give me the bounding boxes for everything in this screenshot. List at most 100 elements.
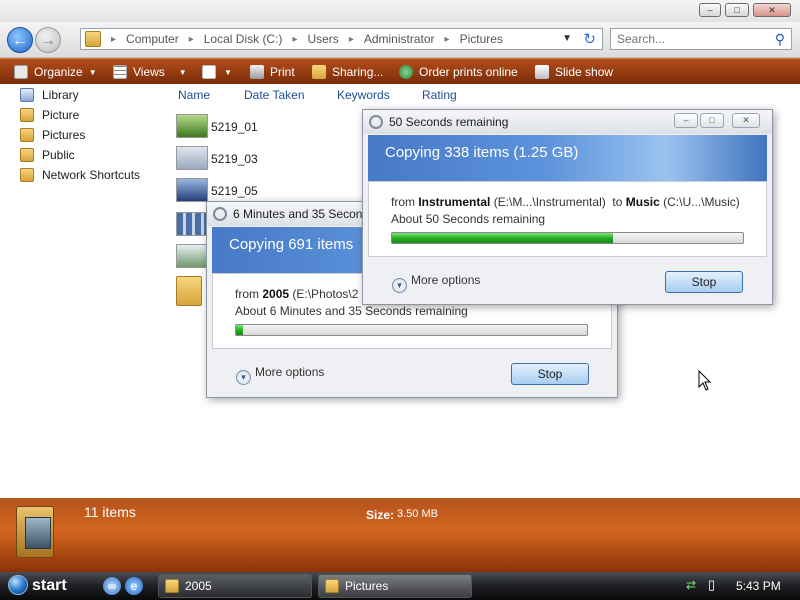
stop-button[interactable]: Stop <box>511 363 589 385</box>
column-header-keywords[interactable]: Keywords <box>337 88 390 102</box>
column-header-rating[interactable]: Rating <box>422 88 457 102</box>
folder-icon <box>85 31 101 47</box>
image-thumbnail <box>176 212 208 236</box>
printer-icon <box>250 65 264 79</box>
copy-status: Copying 691 items <box>229 236 354 253</box>
clock-icon <box>369 115 383 129</box>
breadcrumb-local-disk[interactable]: Local Disk (C:) <box>198 32 289 46</box>
breadcrumb-administrator[interactable]: Administrator <box>358 32 441 46</box>
breadcrumb-computer[interactable]: Computer <box>120 32 185 46</box>
chevron-down-icon: ▼ <box>392 278 407 293</box>
dialog-body: from Instrumental (E:\M...\Instrumental)… <box>368 181 767 257</box>
dialog-title-bar: 50 Seconds remaining – □ ✕ <box>363 110 772 134</box>
search-icon[interactable]: ⚲ <box>775 31 785 48</box>
minimize-button[interactable]: – <box>699 3 721 17</box>
image-thumbnail <box>176 146 208 170</box>
close-button[interactable]: ✕ <box>732 113 760 128</box>
details-pane: 11 items Size: 3.50 MB <box>0 498 800 572</box>
views-button[interactable]: Views ▼ <box>113 63 187 81</box>
nav-item-network-shortcuts[interactable]: Network Shortcuts <box>20 166 140 184</box>
clock[interactable]: 5:43 PM <box>736 579 781 593</box>
folder-icon <box>20 108 34 122</box>
view-mode-icon <box>202 65 216 79</box>
more-options-toggle[interactable]: ▼ More options <box>392 273 480 293</box>
title-bar: – □ ✕ <box>0 0 800 22</box>
quicklaunch-icon[interactable]: ∞ <box>103 577 121 595</box>
network-icon[interactable]: ⇄ <box>686 578 696 592</box>
view-mode-button[interactable]: ▼ <box>202 63 232 81</box>
internet-explorer-icon[interactable]: e <box>125 577 143 595</box>
navigation-pane: Library Picture Pictures Public Network … <box>0 84 170 498</box>
mouse-cursor <box>698 370 712 391</box>
image-thumbnail <box>176 114 208 138</box>
chevron-down-icon[interactable]: ▼ <box>562 33 572 44</box>
breadcrumb-users[interactable]: Users <box>301 32 344 46</box>
breadcrumb-pictures[interactable]: Pictures <box>454 32 509 46</box>
size-label: Size: <box>366 508 395 522</box>
command-bar: Organize ▼ Views ▼ ▼ Print Sharing... Orde… <box>0 58 800 84</box>
size-value: 3.50 MB <box>397 508 438 520</box>
nav-item-public[interactable]: Public <box>20 146 75 164</box>
nav-item-library[interactable]: Library <box>20 86 79 104</box>
print-button[interactable]: Print <box>250 63 295 81</box>
address-toolbar: ← → ▸ Computer ▸ Local Disk (C:) ▸ Users… <box>0 22 800 58</box>
folder-icon <box>176 276 202 306</box>
more-options-toggle[interactable]: ▼ More options <box>236 365 324 385</box>
image-thumbnail <box>176 178 208 202</box>
forward-button[interactable]: → <box>35 27 61 53</box>
chevron-down-icon: ▼ <box>236 370 251 385</box>
progress-bar <box>235 324 588 336</box>
back-button[interactable]: ← <box>7 27 33 53</box>
search-input[interactable] <box>611 29 761 49</box>
sharing-button[interactable]: Sharing... <box>312 63 383 81</box>
image-thumbnail <box>176 244 208 268</box>
windows-orb-icon <box>8 575 28 595</box>
slide-show-button[interactable]: Slide show <box>535 63 613 81</box>
column-header-name[interactable]: Name <box>178 88 210 102</box>
dialog-title: 50 Seconds remaining <box>389 115 509 129</box>
items-count: 11 items <box>84 504 136 520</box>
chevron-right-icon: ▸ <box>292 33 298 45</box>
nav-item-picture[interactable]: Picture <box>20 106 79 124</box>
search-box: ⚲ <box>610 28 792 50</box>
organize-icon <box>14 65 28 79</box>
time-remaining: About 6 Minutes and 35 Seconds remaining <box>235 304 468 318</box>
taskbar-button-2005[interactable]: 2005 <box>158 574 312 598</box>
chevron-right-icon: ▸ <box>188 33 194 45</box>
globe-icon <box>399 65 413 79</box>
file-name: 5219_01 <box>211 120 258 134</box>
column-header-date-taken[interactable]: Date Taken <box>244 88 305 102</box>
nav-item-pictures[interactable]: Pictures <box>20 126 85 144</box>
maximize-button[interactable]: □ <box>700 113 724 128</box>
start-button[interactable]: start <box>2 574 90 598</box>
clock-icon <box>213 207 227 221</box>
address-bar[interactable]: ▸ Computer ▸ Local Disk (C:) ▸ Users ▸ A… <box>80 28 603 50</box>
folder-preview-icon <box>16 506 54 558</box>
folder-icon <box>20 148 34 162</box>
slideshow-icon <box>535 65 549 79</box>
progress-fill <box>392 233 614 243</box>
minimize-button[interactable]: – <box>674 113 698 128</box>
taskbar: start ∞ e 2005 Pictures ⇄ ▯ 5:43 PM <box>0 572 800 600</box>
taskbar-button-pictures[interactable]: Pictures <box>318 574 472 598</box>
chevron-right-icon: ▸ <box>348 33 354 45</box>
folder-icon <box>20 128 34 142</box>
folder-icon <box>325 579 339 593</box>
dialog-footer: ▼ More options Stop <box>212 350 612 396</box>
close-button[interactable]: ✕ <box>753 3 791 17</box>
organize-button[interactable]: Organize ▼ <box>14 63 97 81</box>
progress-fill <box>236 325 244 335</box>
folder-icon <box>165 579 179 593</box>
system-tray: ⇄ ▯ 5:43 PM <box>680 574 798 598</box>
refresh-icon[interactable]: ↻ <box>583 30 596 48</box>
stop-button[interactable]: Stop <box>665 271 743 293</box>
copy-status: Copying 338 items (1.25 GB) <box>385 144 579 161</box>
power-icon[interactable]: ▯ <box>708 577 715 593</box>
chevron-right-icon: ▸ <box>444 33 450 45</box>
library-icon <box>20 88 34 102</box>
maximize-button[interactable]: □ <box>725 3 749 17</box>
views-icon <box>113 65 127 79</box>
copy-source-line: from 2005 (E:\Photos\2 <box>235 287 359 301</box>
order-prints-button[interactable]: Order prints online <box>399 63 518 81</box>
file-name: 5219_03 <box>211 152 258 166</box>
